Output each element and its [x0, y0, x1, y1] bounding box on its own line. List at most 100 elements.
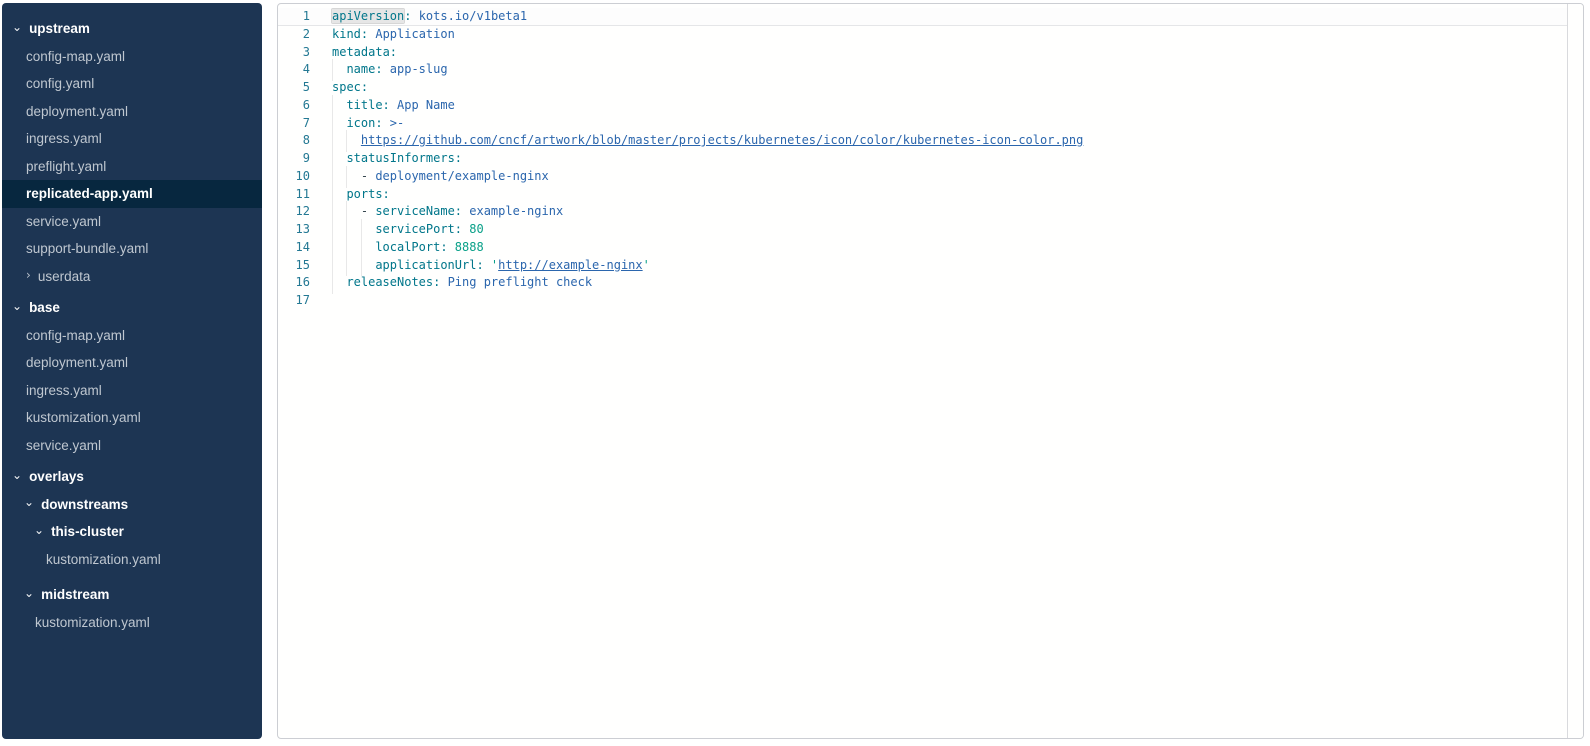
code-line[interactable]: 1apiVersion: kots.io/v1beta1 — [278, 8, 1583, 26]
chevron-down-icon[interactable]: ⌄ — [12, 468, 22, 482]
code-line-content[interactable]: https://github.com/cncf/artwork/blob/mas… — [332, 132, 1583, 150]
chevron-down-icon[interactable]: ⌄ — [24, 495, 34, 509]
code-line-content[interactable]: title: App Name — [332, 97, 1583, 115]
indent-guide — [346, 132, 360, 150]
sidebar-file-ingress-yaml[interactable]: ingress.yaml — [2, 125, 262, 153]
sidebar-folder-downstreams[interactable]: ⌄ downstreams — [2, 491, 262, 519]
chevron-down-icon[interactable]: ⌄ — [12, 20, 22, 34]
code-token-key: statusInformers: — [346, 151, 462, 165]
code-line-content[interactable]: statusInformers: — [332, 150, 1583, 168]
indent-guide — [361, 239, 375, 257]
code-line[interactable]: 12 - serviceName: example-nginx — [278, 203, 1583, 221]
chevron-right-icon[interactable]: › — [26, 268, 31, 282]
code-line[interactable]: 5spec: — [278, 79, 1583, 97]
code-line-content[interactable]: apiVersion: kots.io/v1beta1 — [332, 8, 1583, 26]
sidebar-file-deployment-yaml[interactable]: deployment.yaml — [2, 349, 262, 377]
code-line[interactable]: 14 localPort: 8888 — [278, 239, 1583, 257]
sidebar-folder-overlays[interactable]: ⌄overlays — [2, 463, 262, 491]
code-line-content[interactable]: spec: — [332, 79, 1583, 97]
line-number: 3 — [278, 44, 310, 62]
code-line[interactable]: 4 name: app-slug — [278, 61, 1583, 79]
editor-scrollbar[interactable] — [1567, 4, 1583, 738]
code-line-content[interactable]: kind: Application — [332, 26, 1583, 44]
code-token-key: icon: — [346, 116, 382, 130]
code-line[interactable]: 15 applicationUrl: 'http://example-nginx… — [278, 257, 1583, 275]
code-token-val: example-nginx — [462, 204, 563, 218]
sidebar-folder-upstream[interactable]: ⌄upstream — [2, 15, 262, 43]
code-line[interactable]: 2kind: Application — [278, 26, 1583, 44]
code-line[interactable]: 16 releaseNotes: Ping preflight check — [278, 274, 1583, 292]
sidebar-file-kustomization-yaml[interactable]: kustomization.yaml — [2, 546, 262, 574]
tree-item-label: downstreams — [41, 497, 128, 512]
code-line-content[interactable]: servicePort: 80 — [332, 221, 1583, 239]
sidebar-file-ingress-yaml[interactable]: ingress.yaml — [2, 377, 262, 405]
code-token-key: servicePort: — [375, 222, 462, 236]
code-token-val: kots.io/v1beta1 — [411, 9, 527, 23]
code-line[interactable]: 7 icon: >- — [278, 115, 1583, 133]
sidebar-file-userdata[interactable]: ›userdata — [2, 263, 262, 291]
sidebar-file-deployment-yaml[interactable]: deployment.yaml — [2, 98, 262, 126]
code-token-key: applicationUrl: — [375, 258, 483, 272]
code-line-content[interactable]: name: app-slug — [332, 61, 1583, 79]
code-line-content[interactable]: - serviceName: example-nginx — [332, 203, 1583, 221]
indent-guide — [332, 186, 346, 204]
tree-item-label: this-cluster — [51, 524, 124, 539]
code-line-content[interactable]: ports: — [332, 186, 1583, 204]
code-line[interactable]: 6 title: App Name — [278, 97, 1583, 115]
code-area[interactable]: 1apiVersion: kots.io/v1beta12kind: Appli… — [278, 4, 1583, 310]
code-token-key: spec: — [332, 80, 368, 94]
code-token-q: ' — [643, 258, 650, 272]
code-line[interactable]: 11 ports: — [278, 186, 1583, 204]
tree-item-label: config-map.yaml — [26, 49, 125, 64]
code-line[interactable]: 13 servicePort: 80 — [278, 221, 1583, 239]
code-line-content[interactable] — [332, 292, 1583, 310]
code-token-key: kind: — [332, 27, 368, 41]
code-link[interactable]: http://example-nginx — [498, 258, 643, 272]
code-editor[interactable]: 1apiVersion: kots.io/v1beta12kind: Appli… — [277, 3, 1584, 739]
code-line[interactable]: 9 statusInformers: — [278, 150, 1583, 168]
line-number: 14 — [278, 239, 310, 257]
line-number: 12 — [278, 203, 310, 221]
tree-item-label: service.yaml — [26, 214, 101, 229]
code-line-content[interactable]: icon: >- — [332, 115, 1583, 133]
code-line-content[interactable]: releaseNotes: Ping preflight check — [332, 274, 1583, 292]
sidebar-file-replicated-app-yaml[interactable]: replicated-app.yaml — [2, 180, 262, 208]
code-line-content[interactable]: localPort: 8888 — [332, 239, 1583, 257]
sidebar-folder-midstream[interactable]: ⌄midstream — [2, 581, 262, 609]
tree-item-label: deployment.yaml — [26, 355, 128, 370]
code-line-content[interactable]: applicationUrl: 'http://example-nginx' — [332, 257, 1583, 275]
code-line-content[interactable]: metadata: — [332, 44, 1583, 62]
indent-guide — [332, 97, 346, 115]
indent-guide — [332, 274, 346, 292]
indent-guide — [346, 239, 360, 257]
sidebar-file-kustomization-yaml[interactable]: kustomization.yaml — [2, 404, 262, 432]
sidebar-file-config-map-yaml[interactable]: config-map.yaml — [2, 43, 262, 71]
sidebar-file-service-yaml[interactable]: service.yaml — [2, 208, 262, 236]
sidebar-file-service-yaml[interactable]: service.yaml — [2, 432, 262, 460]
indent-guide — [346, 221, 360, 239]
code-token-key: title: — [346, 98, 389, 112]
sidebar-file-config-yaml[interactable]: config.yaml — [2, 70, 262, 98]
sidebar-folder-this-cluster[interactable]: ⌄ this-cluster — [2, 518, 262, 546]
code-token-val: >- — [383, 116, 405, 130]
code-line[interactable]: 3 metadata: — [278, 44, 1583, 62]
code-token-key: name: — [346, 62, 382, 76]
code-line-content[interactable]: - deployment/example-nginx — [332, 168, 1583, 186]
chevron-down-icon[interactable]: ⌄ — [34, 523, 44, 537]
code-link[interactable]: https://github.com/cncf/artwork/blob/mas… — [361, 133, 1083, 147]
chevron-down-icon[interactable]: ⌄ — [12, 299, 22, 313]
sidebar-file-kustomization-yaml[interactable]: kustomization.yaml — [2, 609, 262, 637]
tree-item-label: config-map.yaml — [26, 328, 125, 343]
sidebar-folder-base[interactable]: ⌄base — [2, 294, 262, 322]
tree-item-label: replicated-app.yaml — [26, 186, 153, 201]
code-line[interactable]: 10 - deployment/example-nginx — [278, 168, 1583, 186]
code-line[interactable]: 8 https://github.com/cncf/artwork/blob/m… — [278, 132, 1583, 150]
chevron-down-icon[interactable]: ⌄ — [24, 586, 34, 600]
sidebar-file-support-bundle-yaml[interactable]: support-bundle.yaml — [2, 235, 262, 263]
line-number: 11 — [278, 186, 310, 204]
code-line[interactable]: 17 — [278, 292, 1583, 310]
code-token-q: ' — [484, 258, 498, 272]
tree-item-label: ingress.yaml — [26, 383, 102, 398]
sidebar-file-config-map-yaml[interactable]: config-map.yaml — [2, 322, 262, 350]
sidebar-file-preflight-yaml[interactable]: preflight.yaml — [2, 153, 262, 181]
